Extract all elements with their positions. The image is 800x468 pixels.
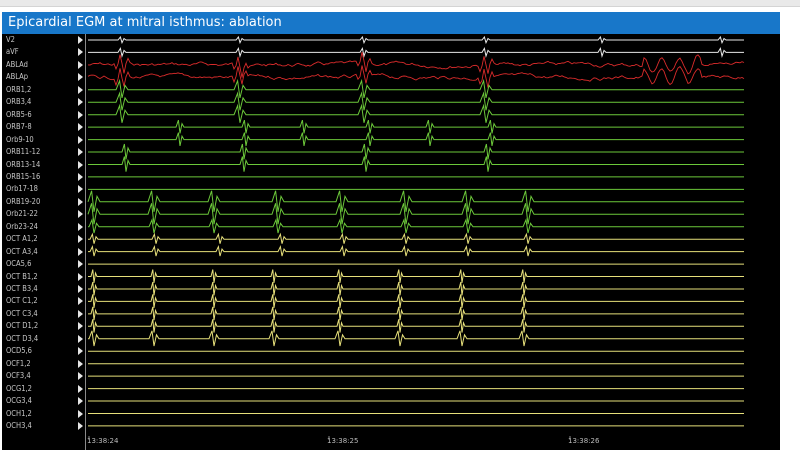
channel-marker-icon[interactable] xyxy=(78,197,83,206)
channel-label: ORB19-20 xyxy=(6,196,41,206)
channel-trace xyxy=(87,203,744,225)
channel-label: OCF3,4 xyxy=(6,371,31,381)
channel-trace xyxy=(88,35,744,45)
channel-label: OCT D1,2 xyxy=(6,321,39,331)
channel-label: ORB11-12 xyxy=(6,147,41,157)
channel-label: ORB15-16 xyxy=(6,171,41,181)
channel-trace xyxy=(88,132,744,146)
channel-label: OCA5,6 xyxy=(6,259,32,269)
channel-label: ORB5-6 xyxy=(6,109,32,119)
channel-marker-icon[interactable] xyxy=(78,409,83,418)
channel-label: OCT C1,2 xyxy=(6,296,38,306)
channel-label: OCT B3,4 xyxy=(6,284,38,293)
channel-marker-icon[interactable] xyxy=(78,235,83,244)
channel-marker-icon[interactable] xyxy=(78,36,83,44)
label-separator xyxy=(85,34,86,450)
channel-trace xyxy=(88,306,744,321)
channel-trace xyxy=(88,319,744,333)
channel-marker-icon[interactable] xyxy=(78,285,83,293)
channel-label: OCT A1,2 xyxy=(6,234,38,244)
channel-trace xyxy=(88,294,744,308)
channel-marker-icon[interactable] xyxy=(78,185,83,194)
channel-marker-icon[interactable] xyxy=(78,272,83,281)
channel-marker-icon[interactable] xyxy=(78,297,83,306)
channel-trace xyxy=(87,52,745,78)
channel-label: ABLAd xyxy=(6,59,28,69)
channel-trace xyxy=(87,65,745,88)
channel-label: Orb9-10 xyxy=(6,134,34,144)
top-edge xyxy=(0,0,800,7)
channel-label: Orb23-24 xyxy=(6,221,38,231)
channel-label: Orb17-18 xyxy=(6,184,38,194)
channel-marker-icon[interactable] xyxy=(78,260,83,269)
channel-marker-icon[interactable] xyxy=(78,98,83,107)
timestamp-1: 13:38:25 xyxy=(327,437,359,445)
channel-marker-icon[interactable] xyxy=(78,372,83,381)
bottom-area xyxy=(0,450,800,468)
channel-label: ORB7-8 xyxy=(6,122,32,132)
channel-trace xyxy=(88,244,744,257)
channel-marker-icon[interactable] xyxy=(78,160,83,169)
channel-marker-icon[interactable] xyxy=(78,421,83,430)
timestamp-0: 13:38:24 xyxy=(87,437,119,445)
channel-marker-icon[interactable] xyxy=(78,48,83,57)
channel-label: V2 xyxy=(6,35,15,44)
channel-trace xyxy=(88,47,744,58)
channel-marker-icon[interactable] xyxy=(78,85,83,94)
channel-trace xyxy=(88,119,744,134)
channel-label: OCT A3,4 xyxy=(6,246,38,256)
channel-marker-icon[interactable] xyxy=(78,384,83,393)
channel-trace xyxy=(88,156,744,172)
channel-label: Orb21-22 xyxy=(6,209,38,219)
egm-traces xyxy=(87,35,745,440)
channel-marker-icon[interactable] xyxy=(78,110,83,119)
channel-label: ABLAp xyxy=(6,72,29,82)
channel-marker-icon[interactable] xyxy=(78,397,83,406)
channel-label: OCF1,2 xyxy=(6,358,31,368)
channel-label: OCG3,4 xyxy=(6,396,32,406)
channel-label: OCH1,2 xyxy=(6,408,32,418)
channel-trace xyxy=(88,269,744,283)
channel-marker-icon[interactable] xyxy=(78,148,83,157)
channel-label: OCG1,2 xyxy=(6,383,32,393)
channel-label: aVF xyxy=(6,47,19,57)
channel-marker-icon[interactable] xyxy=(78,60,83,69)
channel-label-column: V2 aVF ABLAd ABLAp ORB1,2 ORB3,4 ORB5-6 ORB7-8 O… xyxy=(2,34,86,450)
channel-trace xyxy=(87,190,744,212)
channel-label: OCT B1,2 xyxy=(6,271,38,281)
channel-label: OCD5,6 xyxy=(6,346,32,356)
channel-label: OCT D3,4 xyxy=(6,333,39,343)
channel-marker-icon[interactable] xyxy=(78,123,83,132)
channel-label: OCH3,4 xyxy=(6,420,32,430)
egm-panel xyxy=(2,34,780,450)
channel-marker-icon[interactable] xyxy=(78,73,83,82)
channel-marker-icon[interactable] xyxy=(78,247,83,256)
channel-marker-icon[interactable] xyxy=(78,309,83,318)
channel-trace xyxy=(88,281,744,296)
channel-trace xyxy=(88,91,744,111)
channel-trace xyxy=(88,330,744,347)
channel-marker-icon[interactable] xyxy=(78,222,83,231)
window-title: Epicardial EGM at mitral isthmus: ablati… xyxy=(2,12,780,34)
channel-trace xyxy=(88,217,744,234)
channel-marker-icon[interactable] xyxy=(78,172,83,181)
channel-label: ORB13-14 xyxy=(6,159,41,169)
channel-trace xyxy=(88,103,744,123)
channel-marker-icon[interactable] xyxy=(78,359,83,368)
timestamp-2: 13:38:26 xyxy=(568,437,600,445)
channel-label: OCT C3,4 xyxy=(6,308,38,318)
channel-trace xyxy=(88,143,744,160)
channel-marker-icon[interactable] xyxy=(78,347,83,356)
channel-marker-icon[interactable] xyxy=(78,334,83,343)
channel-marker-icon[interactable] xyxy=(78,210,83,219)
channel-label: ORB3,4 xyxy=(6,97,32,107)
channel-trace xyxy=(88,78,744,99)
channel-marker-icon[interactable] xyxy=(78,135,83,144)
channel-marker-icon[interactable] xyxy=(78,322,83,331)
channel-label: ORB1,2 xyxy=(6,84,32,94)
channel-trace xyxy=(88,232,744,244)
